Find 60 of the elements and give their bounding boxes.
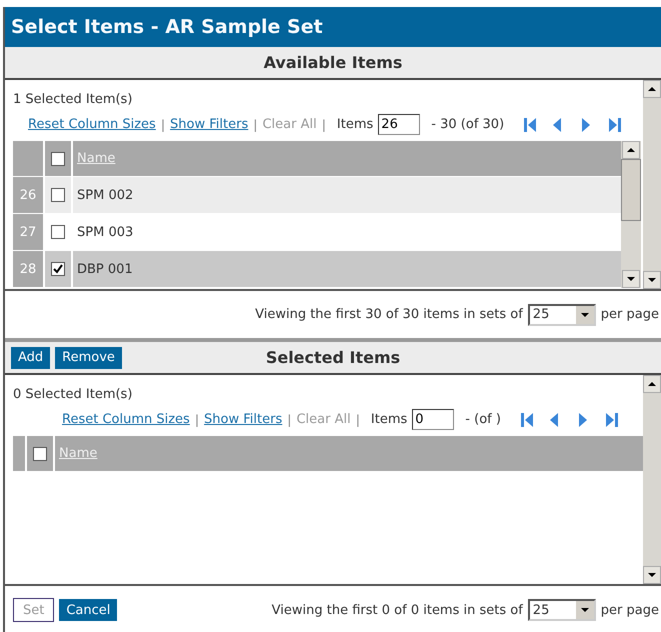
checkbox[interactable] bbox=[51, 152, 65, 166]
scroll-up-icon[interactable] bbox=[622, 141, 640, 159]
last-page-icon[interactable] bbox=[608, 116, 622, 132]
last-page-icon[interactable] bbox=[604, 412, 619, 428]
paging-summary: Viewing the first 0 of 0 items in sets of bbox=[272, 602, 523, 618]
table-row[interactable]: 26 SPM 002 bbox=[13, 177, 621, 214]
checkbox[interactable] bbox=[51, 262, 65, 276]
section-heading: Available Items bbox=[264, 53, 402, 72]
cancel-button[interactable]: Cancel bbox=[59, 599, 118, 621]
items-input[interactable]: 26 bbox=[378, 114, 420, 135]
dropdown-icon[interactable] bbox=[576, 306, 594, 324]
next-page-icon[interactable] bbox=[578, 412, 588, 428]
scroll-thumb[interactable] bbox=[621, 158, 641, 220]
checkbox[interactable] bbox=[51, 188, 65, 202]
separator: | bbox=[253, 117, 258, 132]
paging-summary: Viewing the first 30 of 30 items in sets of bbox=[255, 307, 523, 322]
scroll-up-icon[interactable] bbox=[643, 80, 661, 98]
window-title: Select Items - AR Sample Set bbox=[5, 7, 661, 47]
action-button[interactable]: Add bbox=[11, 346, 50, 368]
row-number: 26 bbox=[13, 177, 45, 213]
section-heading: Selected Items bbox=[266, 348, 400, 367]
row-number: 27 bbox=[13, 214, 45, 250]
toolbar-link[interactable]: Show Filters bbox=[170, 117, 248, 132]
previous-page-icon[interactable] bbox=[548, 412, 559, 428]
first-page-icon[interactable] bbox=[523, 116, 538, 132]
items-label: Items bbox=[370, 412, 408, 427]
table-cell-text: DBP 001 bbox=[76, 260, 134, 278]
action-button[interactable]: Remove bbox=[55, 346, 122, 368]
scroll-up-icon[interactable] bbox=[643, 375, 661, 393]
previous-page-icon[interactable] bbox=[552, 116, 562, 132]
checkbox[interactable] bbox=[51, 225, 65, 239]
table-cell-text: SPM 003 bbox=[76, 224, 134, 242]
toolbar-link[interactable]: Show Filters bbox=[204, 412, 282, 427]
table-cell-text: SPM 002 bbox=[76, 186, 134, 204]
row-number: 28 bbox=[13, 251, 45, 287]
checkbox[interactable] bbox=[33, 446, 47, 460]
separator: | bbox=[322, 117, 326, 132]
separator: | bbox=[356, 412, 360, 427]
per-page-label: per page bbox=[600, 602, 659, 618]
table-row[interactable]: 28 DBP 001 bbox=[13, 251, 621, 288]
separator: | bbox=[194, 412, 200, 427]
scroll-down-icon[interactable] bbox=[622, 270, 640, 288]
scroll-down-icon[interactable] bbox=[643, 271, 661, 289]
toolbar-link[interactable]: Reset Column Sizes bbox=[62, 412, 190, 427]
first-page-icon[interactable] bbox=[520, 412, 534, 428]
separator: | bbox=[287, 412, 292, 427]
selected-count: 0 Selected Item(s) bbox=[13, 387, 134, 402]
range-text: - (of ) bbox=[465, 412, 501, 427]
toolbar-link[interactable]: Reset Column Sizes bbox=[28, 117, 156, 132]
separator: | bbox=[160, 117, 166, 132]
next-page-icon[interactable] bbox=[581, 116, 592, 132]
items-label: Items bbox=[336, 117, 374, 132]
items-input[interactable]: 0 bbox=[412, 409, 454, 430]
selected-count: 1 Selected Item(s) bbox=[13, 92, 134, 107]
range-text: - 30 (of 30) bbox=[431, 117, 504, 132]
scroll-down-icon[interactable] bbox=[643, 566, 661, 584]
page-size-select[interactable]: 25 bbox=[528, 304, 596, 326]
page-size-select[interactable]: 25 bbox=[528, 599, 596, 621]
per-page-label: per page bbox=[600, 307, 659, 322]
dropdown-icon[interactable] bbox=[576, 601, 594, 619]
